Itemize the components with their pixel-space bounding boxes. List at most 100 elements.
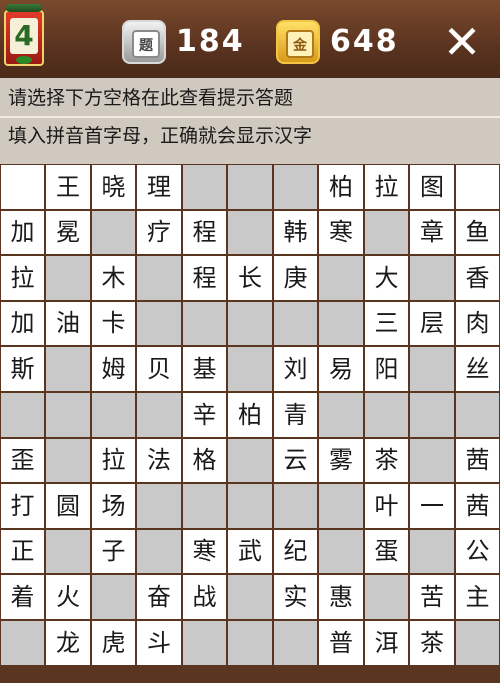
grid-cell[interactable]: 刘 — [274, 347, 317, 391]
grid-cell[interactable]: 拉 — [1, 256, 44, 300]
question-token-label: 题 — [132, 30, 160, 58]
grid-cell[interactable]: 庚 — [274, 256, 317, 300]
grid-cell[interactable]: 柏 — [228, 393, 272, 437]
grid-cell[interactable]: 理 — [137, 165, 181, 209]
grid-cell-blocked — [228, 165, 272, 209]
grid-cell[interactable]: 大 — [365, 256, 408, 300]
grid-cell[interactable]: 香 — [456, 256, 499, 300]
grid-cell[interactable]: 场 — [92, 484, 135, 528]
grid-cell[interactable]: 阳 — [365, 347, 408, 391]
grid-cell[interactable]: 云 — [274, 439, 317, 482]
grid-cell[interactable]: 贝 — [137, 347, 181, 391]
grid-cell-blocked — [228, 302, 272, 345]
grid-cell-blocked — [46, 347, 90, 391]
grid-cell-blocked — [456, 621, 499, 665]
grid-cell[interactable]: 正 — [1, 530, 44, 573]
grid-cell-blocked — [365, 211, 408, 254]
grid-cell[interactable]: 叶 — [365, 484, 408, 528]
grid-cell[interactable]: 虎 — [92, 621, 135, 665]
grid-cell-blocked — [228, 575, 272, 619]
grid-cell-blocked — [319, 484, 363, 528]
grid-cell[interactable] — [456, 165, 499, 209]
grid-cell-blocked — [319, 256, 363, 300]
grid-cell-blocked — [92, 393, 135, 437]
grid-cell[interactable]: 普 — [319, 621, 363, 665]
grid-cell[interactable]: 茜 — [456, 484, 499, 528]
grid-cell[interactable]: 着 — [1, 575, 44, 619]
grid-cell[interactable]: 层 — [410, 302, 454, 345]
grid-cell[interactable]: 实 — [274, 575, 317, 619]
grid-cell[interactable]: 寒 — [183, 530, 226, 573]
grid-cell[interactable]: 法 — [137, 439, 181, 482]
grid-cell[interactable]: 主 — [456, 575, 499, 619]
grid-cell[interactable]: 晓 — [92, 165, 135, 209]
grid-cell-blocked — [274, 621, 317, 665]
grid-cell[interactable]: 战 — [183, 575, 226, 619]
grid-cell[interactable]: 蛋 — [365, 530, 408, 573]
grid-cell[interactable]: 苦 — [410, 575, 454, 619]
grid-cell[interactable]: 拉 — [92, 439, 135, 482]
grid-cell[interactable]: 柏 — [319, 165, 363, 209]
grid-cell[interactable]: 程 — [183, 211, 226, 254]
gold-count: 648 — [330, 24, 399, 59]
grid-cell[interactable]: 一 — [410, 484, 454, 528]
grid-cell-blocked — [410, 530, 454, 573]
grid-cell[interactable]: 茶 — [410, 621, 454, 665]
grid-cell[interactable]: 纪 — [274, 530, 317, 573]
grid-cell[interactable]: 歪 — [1, 439, 44, 482]
grid-cell-blocked — [228, 211, 272, 254]
grid-cell[interactable]: 斗 — [137, 621, 181, 665]
grid-cell[interactable]: 韩 — [274, 211, 317, 254]
grid-cell[interactable]: 寒 — [319, 211, 363, 254]
grid-cell[interactable]: 惠 — [319, 575, 363, 619]
grid-cell[interactable]: 奋 — [137, 575, 181, 619]
grid-cell[interactable]: 油 — [46, 302, 90, 345]
grid-cell[interactable]: 拉 — [365, 165, 408, 209]
grid-cell[interactable]: 姆 — [92, 347, 135, 391]
grid-cell[interactable]: 丝 — [456, 347, 499, 391]
grid-cell[interactable]: 公 — [456, 530, 499, 573]
grid-cell[interactable]: 鱼 — [456, 211, 499, 254]
grid-cell[interactable]: 火 — [46, 575, 90, 619]
grid-cell-blocked — [274, 165, 317, 209]
grid-cell[interactable] — [1, 165, 44, 209]
grid-cell[interactable]: 格 — [183, 439, 226, 482]
grid-cell[interactable]: 图 — [410, 165, 454, 209]
grid-cell[interactable]: 王 — [46, 165, 90, 209]
grid-cell[interactable]: 雾 — [319, 439, 363, 482]
grid-cell[interactable]: 加 — [1, 302, 44, 345]
grid-cell-blocked — [183, 621, 226, 665]
grid-cell[interactable]: 长 — [228, 256, 272, 300]
grid-cell[interactable]: 疗 — [137, 211, 181, 254]
grid-cell[interactable]: 木 — [92, 256, 135, 300]
grid-cell[interactable]: 程 — [183, 256, 226, 300]
grid-cell-blocked — [46, 530, 90, 573]
grid-cell[interactable]: 肉 — [456, 302, 499, 345]
close-button[interactable]: ✕ — [438, 18, 486, 66]
grid-cell[interactable]: 龙 — [46, 621, 90, 665]
grid-cell-blocked — [228, 347, 272, 391]
hint-panel: 请选择下方空格在此查看提示答题 填入拼音首字母，正确就会显示汉字 — [0, 78, 500, 164]
grid-cell[interactable]: 圆 — [46, 484, 90, 528]
grid-cell-blocked — [46, 439, 90, 482]
grid-cell[interactable]: 卡 — [92, 302, 135, 345]
grid-cell[interactable]: 辛 — [183, 393, 226, 437]
grid-cell[interactable]: 青 — [274, 393, 317, 437]
grid-cell[interactable]: 冕 — [46, 211, 90, 254]
grid-cell[interactable]: 加 — [1, 211, 44, 254]
grid-cell[interactable]: 基 — [183, 347, 226, 391]
grid-cell[interactable]: 武 — [228, 530, 272, 573]
grid-cell[interactable]: 打 — [1, 484, 44, 528]
grid-cell[interactable]: 斯 — [1, 347, 44, 391]
grid-cell-blocked — [92, 575, 135, 619]
hint-line-1: 请选择下方空格在此查看提示答题 — [8, 87, 294, 109]
grid-cell[interactable]: 章 — [410, 211, 454, 254]
hint-divider — [0, 116, 500, 118]
grid-cell[interactable]: 洱 — [365, 621, 408, 665]
grid-cell[interactable]: 茜 — [456, 439, 499, 482]
grid-cell[interactable]: 茶 — [365, 439, 408, 482]
grid-cell[interactable]: 子 — [92, 530, 135, 573]
grid-cell[interactable]: 三 — [365, 302, 408, 345]
grid-cell[interactable]: 易 — [319, 347, 363, 391]
banner-rod-icon — [6, 4, 42, 12]
